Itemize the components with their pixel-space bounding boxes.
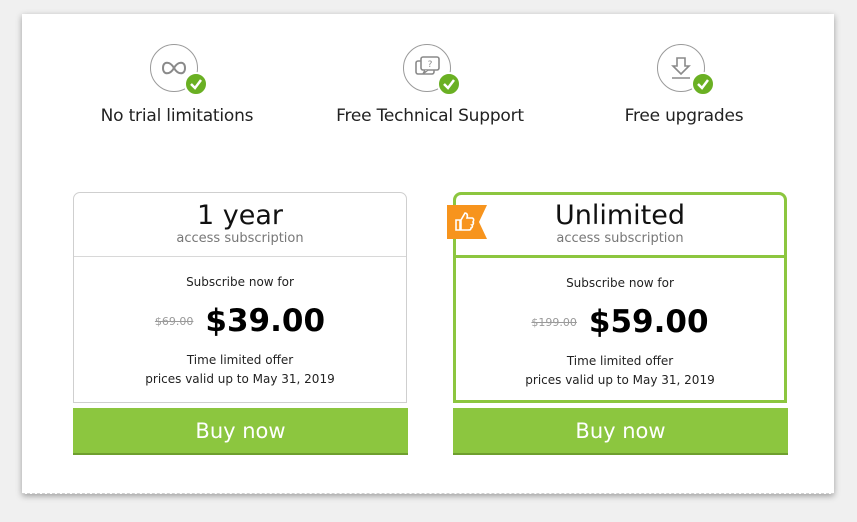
feature-free-technical-support: ? Free Technical Support: [310, 44, 550, 126]
feature-label: Free upgrades: [624, 106, 744, 126]
offer-line: Time limited offer: [186, 353, 294, 367]
buy-now-button-unlimited[interactable]: Buy now: [453, 408, 788, 453]
pricing-panel: No trial limitations ? Free Technical Su…: [22, 14, 834, 494]
plan-subtitle: access subscription: [556, 231, 684, 246]
feature-label: No trial limitations: [100, 106, 254, 126]
offer-validity: prices valid up to May 31, 2019: [145, 372, 335, 386]
offer-text: Time limited offer prices valid up to Ma…: [456, 352, 784, 390]
plan-header: 1 year access subscription: [74, 193, 406, 257]
price-row: $199.00 $59.00: [456, 302, 784, 342]
panel-divider: [22, 492, 834, 494]
feature-icon-group: [653, 44, 715, 96]
plan-title: Unlimited: [554, 200, 686, 231]
subscribe-text: Subscribe now for: [566, 276, 674, 290]
feature-icon-group: [146, 44, 208, 96]
subscribe-text: Subscribe now for: [186, 275, 294, 289]
old-price: $69.00: [154, 314, 194, 328]
plan-card-1-year: 1 year access subscription Subscribe now…: [73, 192, 407, 403]
plan-header: Unlimited access subscription: [447, 195, 784, 258]
checkmark-icon: [691, 72, 715, 96]
plan-title: 1 year: [197, 200, 283, 231]
offer-line: Time limited offer: [566, 354, 674, 368]
plan-body: Subscribe now for $69.00 $39.00 Time lim…: [74, 275, 406, 389]
feature-icon-group: ?: [399, 44, 461, 96]
plan-card-unlimited: Unlimited access subscription Subscribe …: [447, 192, 787, 403]
thumbs-up-icon: [447, 205, 487, 245]
plan-body: Subscribe now for $199.00 $59.00 Time li…: [456, 276, 784, 390]
offer-text: Time limited offer prices valid up to Ma…: [74, 351, 406, 389]
current-price: $59.00: [588, 304, 709, 340]
svg-text:?: ?: [428, 60, 433, 70]
plan-subtitle: access subscription: [176, 231, 304, 246]
feature-no-trial-limitations: No trial limitations: [57, 44, 297, 126]
old-price: $199.00: [531, 315, 577, 329]
current-price: $39.00: [205, 303, 326, 339]
buy-now-button-1-year[interactable]: Buy now: [73, 408, 408, 453]
price-row: $69.00 $39.00: [74, 301, 406, 341]
feature-label: Free Technical Support: [336, 106, 524, 126]
checkmark-icon: [437, 72, 461, 96]
offer-validity: prices valid up to May 31, 2019: [525, 373, 715, 387]
checkmark-icon: [184, 72, 208, 96]
feature-free-upgrades: Free upgrades: [564, 44, 804, 126]
